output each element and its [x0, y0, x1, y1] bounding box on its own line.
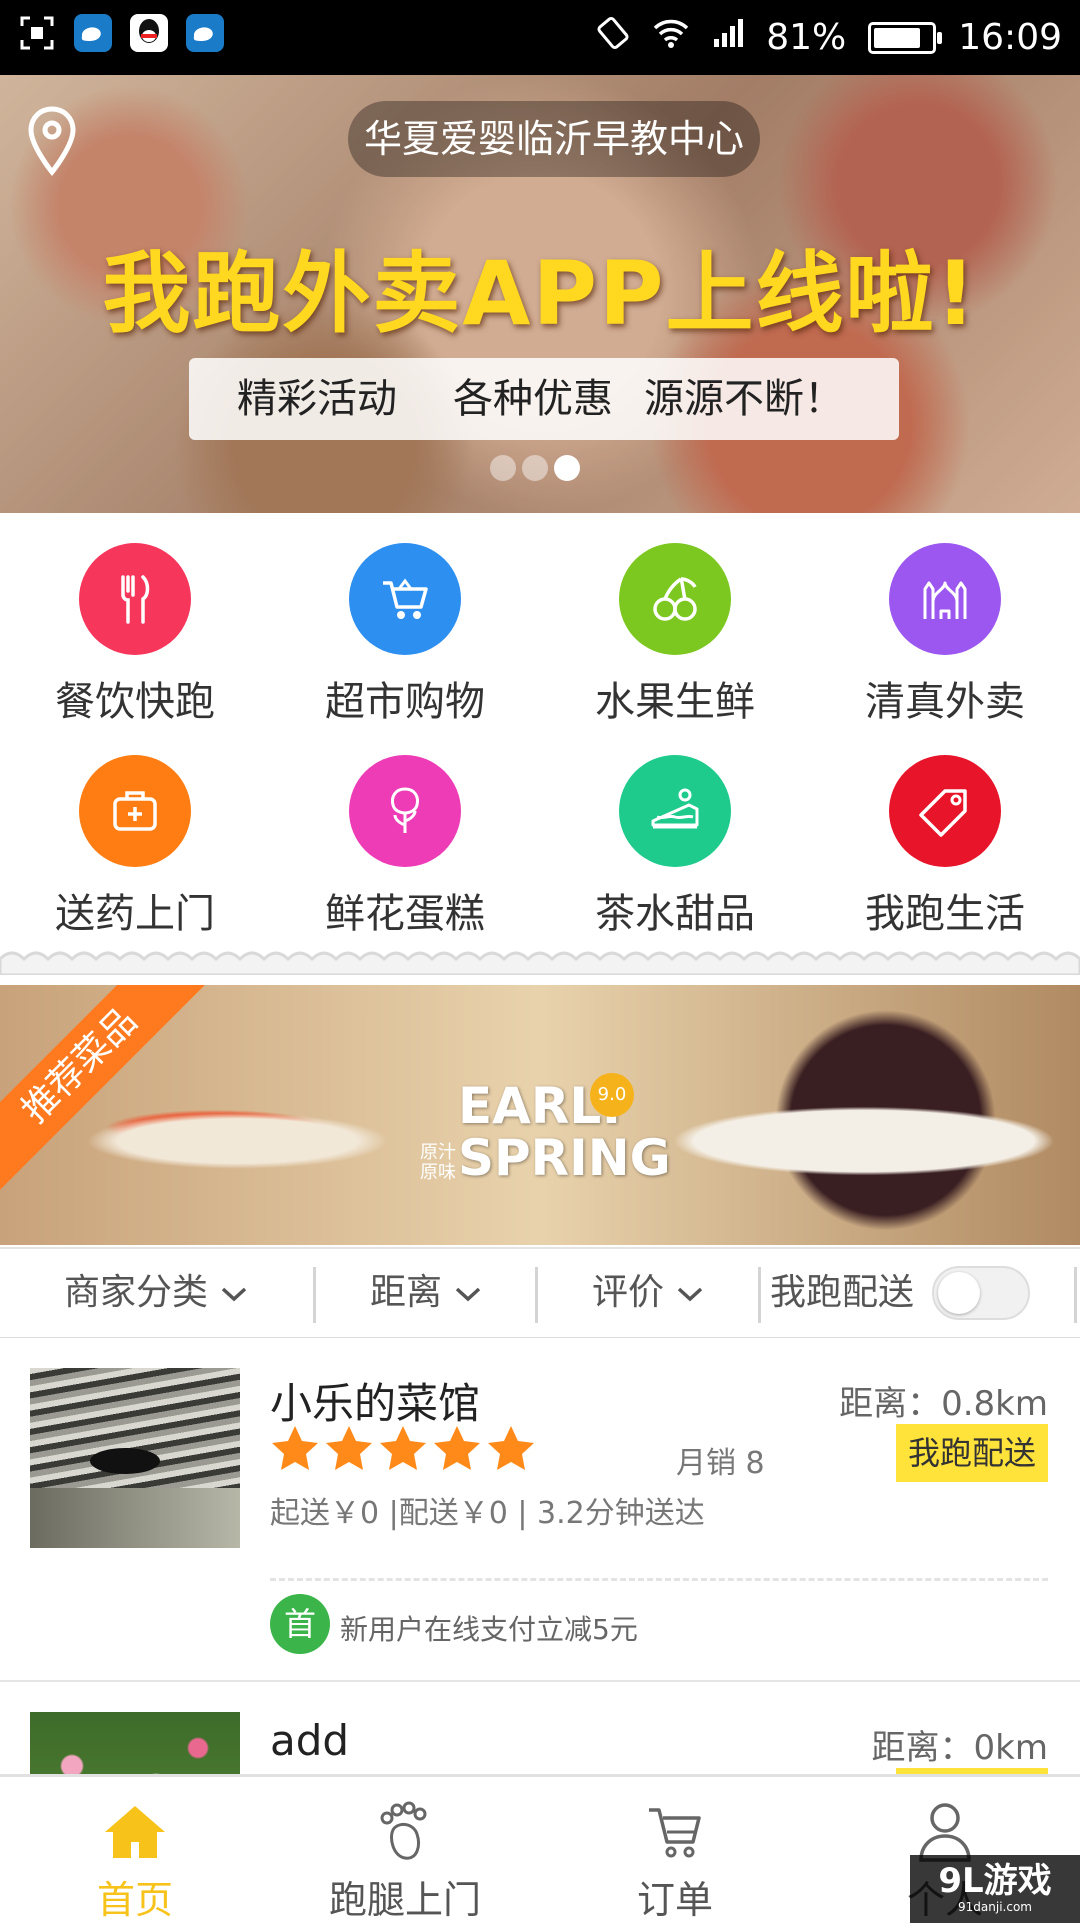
- star-icon: [488, 1426, 534, 1470]
- rotation-lock-icon: [596, 16, 630, 59]
- promo-side: 原汁 原味: [420, 1142, 456, 1183]
- category-label: 鲜花蛋糕: [325, 891, 485, 937]
- weibo-icon: [74, 14, 112, 52]
- clock: 16:09: [958, 17, 1062, 58]
- filter-distance[interactable]: 距离: [370, 1249, 483, 1337]
- carousel-dot[interactable]: [522, 455, 548, 481]
- category-label: 水果生鲜: [595, 679, 755, 725]
- promo-banner[interactable]: 推荐菜品 EARLY SPRING 9.0 原汁 原味: [0, 985, 1080, 1245]
- star-icon: [326, 1426, 372, 1470]
- filter-delivery-label: 我跑配送: [770, 1272, 915, 1313]
- qq-icon: [130, 14, 168, 52]
- nav-label: 首页: [96, 1878, 173, 1922]
- category-flowers[interactable]: 鲜花蛋糕: [270, 755, 540, 939]
- cart-icon: [540, 1799, 810, 1865]
- nav-label: 订单: [636, 1878, 713, 1922]
- promo-logo-spring: SPRING: [458, 1129, 671, 1187]
- promo-logo-early: EARLY: [458, 1077, 630, 1135]
- nav-orders[interactable]: 订单: [540, 1777, 810, 1923]
- promo-ribbon: 推荐菜品: [0, 985, 208, 1194]
- delivery-tag: 我跑配送: [896, 1424, 1048, 1482]
- category-label: 我跑生活: [865, 891, 1025, 937]
- fork-knife-icon: [79, 543, 191, 655]
- location-pin-icon[interactable]: [26, 105, 78, 181]
- banner-carousel[interactable]: 华夏爱婴临沂早教中心 我跑外卖APP上线啦! 精彩活动 各种优惠 源源不断！: [0, 75, 1080, 513]
- weibo-icon: [186, 14, 224, 52]
- banner-sub2: 各种优惠: [453, 376, 613, 422]
- nav-label: 跑腿上门: [328, 1878, 481, 1922]
- carousel-dot[interactable]: [490, 455, 516, 481]
- location-label[interactable]: 华夏爱婴临沂早教中心: [348, 101, 761, 177]
- promo-text: 新用户在线支付立减5元: [340, 1613, 638, 1646]
- bottom-navigation: 首页 跑腿上门 订单 个人 9L游戏 91danji.com: [0, 1774, 1080, 1923]
- battery-icon: [868, 21, 943, 54]
- category-label: 送药上门: [55, 891, 215, 937]
- carousel-dot-active[interactable]: [554, 455, 580, 481]
- mosque-icon: [889, 543, 1001, 655]
- filter-category[interactable]: 商家分类: [64, 1249, 249, 1337]
- wave-divider: [0, 951, 1080, 975]
- category-label: 超市购物: [325, 679, 485, 725]
- signal-icon: [712, 17, 744, 58]
- footprint-icon: [270, 1799, 540, 1865]
- category-fruit[interactable]: 水果生鲜: [540, 543, 810, 727]
- chevron-down-icon: [456, 1287, 481, 1302]
- star-icon: [272, 1426, 318, 1470]
- home-icon: [0, 1799, 270, 1865]
- shop-distance: 距离：0km: [871, 1728, 1048, 1768]
- carousel-indicator: [490, 455, 580, 481]
- shop-thumbnail[interactable]: [30, 1368, 240, 1548]
- banner-headline: 我跑外卖APP上线啦!: [102, 242, 978, 345]
- category-grid: 餐饮快跑 超市购物 水果生鲜 清真外卖 送药上门 鲜花蛋糕 茶水甜品 我跑生活: [0, 513, 1080, 953]
- promo-logo: EARLY SPRING: [458, 1080, 671, 1184]
- shop-card[interactable]: 小乐的菜馆 距离：0.8km 月销 8 我跑配送 起送￥0 |配送￥0 | 3.…: [0, 1338, 1080, 1680]
- star-icon: [380, 1426, 426, 1470]
- category-label: 餐饮快跑: [55, 679, 215, 725]
- banner-sub3: 源源不断！: [644, 376, 844, 422]
- promo-badge: 9.0: [590, 1073, 634, 1117]
- shop-name[interactable]: add: [270, 1716, 349, 1765]
- nav-home[interactable]: 首页: [0, 1777, 270, 1923]
- wifi-icon: [652, 17, 690, 58]
- monthly-sales: 月销 8: [676, 1446, 765, 1481]
- nav-errand[interactable]: 跑腿上门: [270, 1777, 540, 1923]
- category-food[interactable]: 餐饮快跑: [0, 543, 270, 727]
- cake-icon: [619, 755, 731, 867]
- banner-subtitle: 精彩活动 各种优惠 源源不断！: [189, 358, 899, 440]
- shop-card[interactable]: add 距离：0km: [0, 1682, 1080, 1774]
- banner-sub1: 精彩活动: [237, 376, 397, 422]
- screenshot-icon: [18, 14, 56, 52]
- rose-icon: [349, 755, 461, 867]
- medicine-kit-icon: [79, 755, 191, 867]
- cherry-icon: [619, 543, 731, 655]
- filter-bar: 商家分类 距离 评价 我跑配送: [0, 1247, 1080, 1340]
- category-dessert[interactable]: 茶水甜品: [540, 755, 810, 939]
- battery-percent: 81%: [766, 17, 847, 58]
- category-medicine[interactable]: 送药上门: [0, 755, 270, 939]
- category-halal[interactable]: 清真外卖: [810, 543, 1080, 727]
- filter-rating[interactable]: 评价: [592, 1249, 705, 1337]
- star-icon: [434, 1426, 480, 1470]
- chevron-down-icon: [222, 1287, 247, 1302]
- chevron-down-icon: [678, 1287, 703, 1302]
- shop-meta: 起送￥0 |配送￥0 | 3.2分钟送达: [270, 1496, 705, 1531]
- watermark-logo: 9L游戏 91danji.com: [910, 1855, 1080, 1923]
- category-label: 清真外卖: [865, 679, 1025, 725]
- category-supermarket[interactable]: 超市购物: [270, 543, 540, 727]
- delivery-toggle[interactable]: [932, 1266, 1030, 1320]
- category-life[interactable]: 我跑生活: [810, 755, 1080, 939]
- rating-stars: [270, 1424, 536, 1472]
- shop-distance: 距离：0.8km: [839, 1384, 1048, 1424]
- shop-thumbnail[interactable]: [30, 1712, 240, 1774]
- category-label: 茶水甜品: [595, 891, 755, 937]
- tag-icon: [889, 755, 1001, 867]
- status-bar: 81% 16:09: [0, 0, 1080, 75]
- new-user-badge: 首: [270, 1594, 330, 1654]
- shop-name[interactable]: 小乐的菜馆: [270, 1370, 480, 1431]
- shopping-cart-icon: [349, 543, 461, 655]
